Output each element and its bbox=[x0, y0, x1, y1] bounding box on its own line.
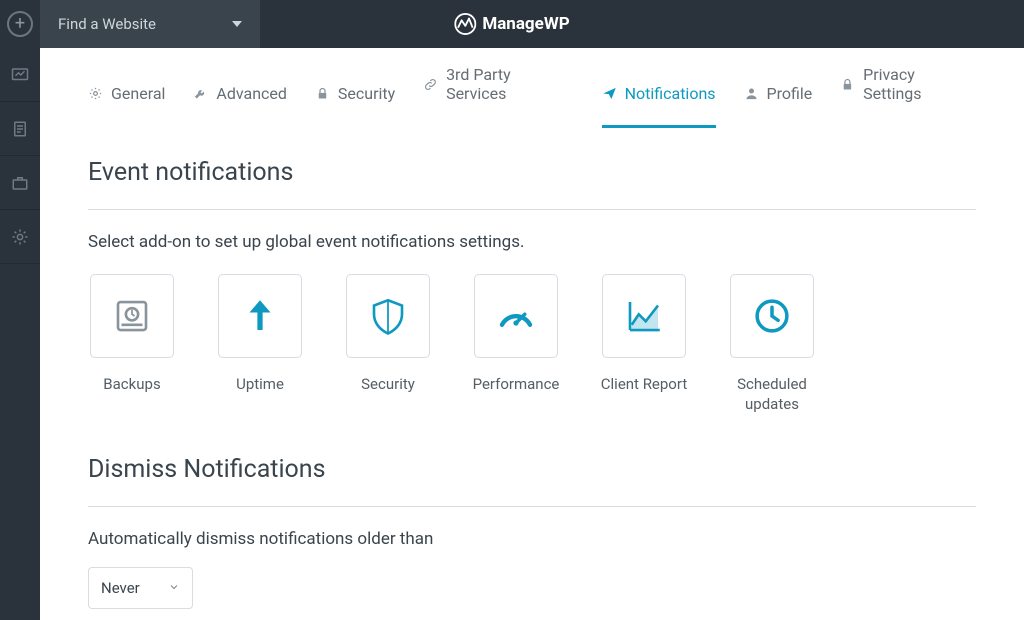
site-dropdown[interactable]: Find a Website bbox=[40, 0, 260, 48]
rail-clients[interactable] bbox=[0, 156, 40, 210]
tab-general[interactable]: General bbox=[88, 84, 165, 128]
main-content: General Advanced Security 3rd Party Serv… bbox=[40, 48, 1024, 620]
tab-profile[interactable]: Profile bbox=[744, 84, 813, 128]
gear-icon bbox=[11, 228, 29, 246]
lock-icon bbox=[840, 77, 855, 92]
uptime-icon bbox=[239, 295, 281, 337]
tab-security[interactable]: Security bbox=[315, 84, 395, 128]
dismiss-select-value: Never bbox=[101, 579, 140, 597]
clock-icon bbox=[751, 295, 793, 337]
settings-tabs: General Advanced Security 3rd Party Serv… bbox=[40, 48, 1024, 128]
lock-icon bbox=[315, 86, 330, 101]
paper-plane-icon bbox=[602, 86, 617, 101]
addon-label: Performance bbox=[473, 374, 560, 394]
divider bbox=[88, 506, 976, 507]
brand-icon bbox=[454, 13, 476, 35]
addon-label: Scheduled updates bbox=[728, 374, 816, 415]
tab-notifications[interactable]: Notifications bbox=[602, 84, 716, 128]
event-notifications-desc: Select add-on to set up global event not… bbox=[88, 232, 976, 252]
addon-label: Uptime bbox=[236, 374, 284, 394]
tab-label: Advanced bbox=[216, 84, 287, 103]
shield-icon bbox=[367, 295, 409, 337]
addon-scheduled-updates[interactable]: Scheduled updates bbox=[728, 274, 816, 415]
backup-icon bbox=[111, 295, 153, 337]
gear-icon bbox=[88, 86, 103, 101]
link-icon bbox=[423, 77, 438, 92]
brand-logo: ManageWP bbox=[454, 13, 569, 35]
briefcase-icon bbox=[11, 174, 29, 192]
addon-client-report[interactable]: Client Report bbox=[600, 274, 688, 415]
topbar: + Find a Website ManageWP bbox=[0, 0, 1024, 48]
event-notifications-title: Event notifications bbox=[88, 158, 976, 187]
rail-reports[interactable] bbox=[0, 102, 40, 156]
tab-label: Privacy Settings bbox=[863, 65, 976, 103]
divider bbox=[88, 209, 976, 210]
chevron-down-icon bbox=[232, 21, 242, 27]
tab-label: Security bbox=[338, 84, 395, 103]
tab-label: Notifications bbox=[625, 84, 716, 103]
dashboard-icon bbox=[11, 66, 29, 84]
addon-backups[interactable]: Backups bbox=[88, 274, 176, 415]
settings-panel: Event notifications Select add-on to set… bbox=[40, 128, 1024, 620]
addon-label: Client Report bbox=[601, 374, 687, 394]
plus-icon: + bbox=[7, 11, 33, 37]
tab-thirdparty[interactable]: 3rd Party Services bbox=[423, 65, 573, 128]
rail-settings[interactable] bbox=[0, 210, 40, 264]
clipboard-icon bbox=[11, 120, 29, 138]
tab-advanced[interactable]: Advanced bbox=[193, 84, 287, 128]
dismiss-select[interactable]: Never bbox=[88, 567, 193, 609]
dismiss-notifications-desc: Automatically dismiss notifications olde… bbox=[88, 529, 976, 549]
chevron-down-icon bbox=[168, 579, 180, 597]
tab-label: Profile bbox=[767, 84, 813, 103]
user-icon bbox=[744, 86, 759, 101]
tab-label: General bbox=[111, 84, 165, 103]
site-dropdown-label: Find a Website bbox=[58, 15, 156, 33]
sidebar-rail bbox=[0, 48, 40, 620]
tab-privacy[interactable]: Privacy Settings bbox=[840, 65, 976, 128]
tab-label: 3rd Party Services bbox=[446, 65, 574, 103]
addon-performance[interactable]: Performance bbox=[472, 274, 560, 415]
rail-dashboard[interactable] bbox=[0, 48, 40, 102]
addon-label: Backups bbox=[103, 374, 160, 394]
add-website-button[interactable]: + bbox=[0, 0, 40, 48]
addon-security[interactable]: Security bbox=[344, 274, 432, 415]
report-icon bbox=[623, 295, 665, 337]
wrench-icon bbox=[193, 86, 208, 101]
dismiss-notifications-title: Dismiss Notifications bbox=[88, 455, 976, 484]
gauge-icon bbox=[495, 295, 537, 337]
addon-list: Backups Uptime Security bbox=[88, 274, 976, 415]
addon-uptime[interactable]: Uptime bbox=[216, 274, 304, 415]
addon-label: Security bbox=[361, 374, 415, 394]
